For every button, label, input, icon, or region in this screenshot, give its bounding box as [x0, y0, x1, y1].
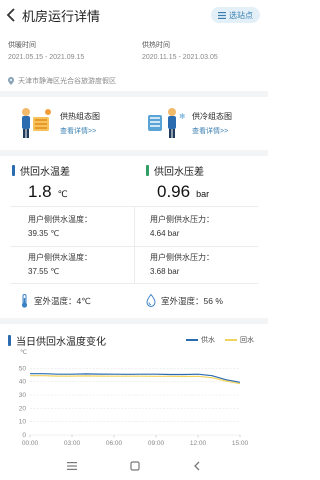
period-label: 供暖时间 [8, 42, 36, 49]
y-tick-label: 40 [19, 379, 27, 386]
temperature-line-chart: ℃ 0 10 20 30 40 50 00:00 03:00 06:00 09:00 12:00 15:… [19, 349, 249, 447]
legend-swatch [186, 339, 198, 342]
heating-diagram-card[interactable]: 供热组态图 查看详情>> [14, 103, 144, 143]
supply-temp-value: 39.35 ℃ [28, 229, 60, 238]
period-range: 2020.11.15 - 2021.03.05 [142, 54, 218, 61]
accent-bar [12, 165, 15, 176]
chart-title-text: 当日供回水温度变化 [16, 337, 106, 348]
chart-title: 当日供回水温度变化 [8, 333, 106, 348]
pressure-diff-title-text: 供回水压差 [154, 167, 204, 178]
outdoor-humidity-text: 室外湿度：56 % [161, 295, 223, 306]
chart-legend: 供水 回水 [186, 335, 254, 345]
y-tick-label: 50 [19, 365, 27, 372]
location-pin-icon [8, 77, 14, 85]
legend-label: 回水 [240, 337, 254, 344]
humidity-drop-icon [146, 294, 156, 307]
temp-diff-title: 供回水温差 [12, 163, 70, 178]
outdoor-temp: 室外温度：4℃ [20, 294, 91, 308]
x-tick-label: 12:00 [190, 440, 207, 447]
x-tick-label: 00:00 [22, 440, 39, 447]
select-station-label: 选站点 [229, 10, 253, 20]
period-label: 供热时间 [142, 42, 170, 49]
back-button[interactable] [0, 0, 22, 30]
supply-pressure: 用户侧供水压力： 4.64 bar [150, 214, 214, 238]
thermometer-icon [21, 294, 28, 308]
return-pressure-label: 用户侧供水压力： [150, 253, 214, 262]
temp-diff-unit: ℃ [57, 189, 68, 199]
return-pressure-value: 3.68 bar [150, 267, 180, 276]
cooling-diagram-link[interactable]: 查看详情>> [192, 126, 232, 136]
y-tick-label: 30 [19, 392, 27, 399]
chevron-left-icon [6, 8, 15, 22]
period-block-1: 供暖时间 2021.05.15 - 2021.09.15 [8, 40, 84, 61]
pressure-diff-value: 0.96 bar [157, 182, 209, 202]
temp-diff-title-text: 供回水温差 [20, 167, 70, 178]
y-tick-label: 20 [19, 405, 27, 412]
supply-temp: 用户侧供水温度： 39.35 ℃ [28, 214, 92, 238]
supply-water-line [30, 373, 241, 383]
return-pressure: 用户侧供水压力： 3.68 bar [150, 252, 214, 276]
y-axis-unit: ℃ [20, 349, 28, 356]
legend-item-return: 回水 [225, 335, 254, 345]
x-tick-label: 06:00 [106, 440, 123, 447]
outdoor-temp-text: 室外温度：4℃ [34, 296, 91, 306]
list-icon [218, 11, 226, 19]
pressure-diff-number: 0.96 [157, 182, 191, 201]
x-tick-label: 09:00 [148, 440, 165, 447]
legend-label: 供水 [201, 337, 215, 344]
menu-icon[interactable] [66, 462, 77, 470]
heating-diagram-link[interactable]: 查看详情>> [60, 126, 100, 136]
cooling-illustration-icon: ❄ [148, 108, 186, 138]
x-tick-label: 03:00 [64, 440, 81, 447]
back-nav-icon[interactable] [193, 461, 201, 471]
supply-pressure-label: 用户侧供水压力： [150, 215, 214, 224]
system-nav-bar [0, 452, 268, 480]
return-temp-label: 用户侧供水温度： [28, 253, 92, 262]
select-station-button[interactable]: 选站点 [211, 7, 260, 23]
temp-diff-number: 1.8 [28, 182, 52, 201]
section-divider [0, 91, 268, 97]
return-temp-value: 37.55 ℃ [28, 267, 60, 276]
cooling-diagram-card[interactable]: ❄ 供冷组态图 查看详情>> [146, 103, 276, 143]
temp-diff-value: 1.8 ℃ [28, 182, 68, 202]
legend-item-supply: 供水 [186, 335, 215, 345]
return-temp: 用户侧供水温度： 37.55 ℃ [28, 252, 92, 276]
pressure-diff-unit: bar [196, 189, 210, 199]
heating-illustration-icon [22, 108, 51, 138]
section-divider [0, 150, 268, 156]
return-water-line [30, 375, 241, 385]
location-row: 天津市静海区光合谷旅游度假区 [8, 76, 116, 86]
grid-line [134, 206, 135, 283]
outdoor-humidity: 室外湿度：56 % [146, 294, 223, 307]
accent-bar [146, 165, 149, 176]
heating-diagram-title: 供热组态图 [60, 111, 100, 121]
location-text: 天津市静海区光合谷旅游度假区 [18, 78, 116, 85]
cooling-diagram-title: 供冷组态图 [192, 111, 232, 121]
page-title: 机房运行详情 [22, 8, 101, 24]
svg-text:❄: ❄ [179, 112, 186, 121]
home-icon[interactable] [130, 461, 140, 471]
legend-swatch [225, 339, 237, 342]
y-tick-label: 10 [19, 419, 27, 426]
accent-bar [8, 335, 11, 346]
pressure-diff-title: 供回水压差 [146, 163, 204, 178]
y-tick-label: 0 [22, 432, 26, 439]
supply-pressure-value: 4.64 bar [150, 229, 180, 238]
period-block-2: 供热时间 2020.11.15 - 2021.03.05 [142, 40, 218, 61]
period-range: 2021.05.15 - 2021.09.15 [8, 54, 85, 61]
x-tick-label: 15:00 [232, 440, 249, 447]
grid-line [10, 283, 258, 284]
supply-temp-label: 用户侧供水温度： [28, 215, 92, 224]
section-divider [0, 318, 268, 324]
